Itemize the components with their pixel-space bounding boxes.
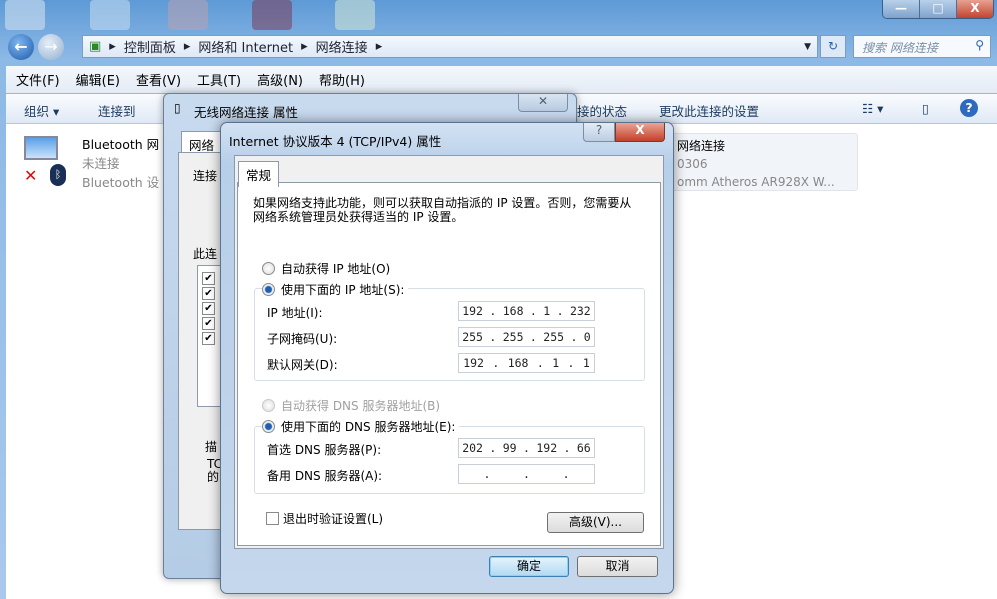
connection-device: omm Atheros AR928X W... bbox=[677, 175, 835, 189]
breadcrumb-item[interactable]: 网络连接 bbox=[316, 37, 368, 56]
subnet-mask-label: 子网掩码(U): bbox=[267, 332, 338, 346]
auto-dns-radio[interactable]: 自动获得 DNS 服务器地址(B) bbox=[262, 397, 440, 414]
advanced-button[interactable]: 高级(V)... bbox=[547, 512, 644, 533]
connection-device: Bluetooth 设 bbox=[82, 175, 160, 190]
menu-help[interactable]: 帮助(H) bbox=[319, 70, 365, 89]
cancel-button[interactable]: 取消 bbox=[577, 556, 658, 577]
preferred-dns-label: 首选 DNS 服务器(P): bbox=[267, 443, 382, 457]
auto-ip-radio[interactable]: 自动获得 IP 地址(O) bbox=[262, 260, 390, 277]
window-controls: — □ X bbox=[882, 0, 994, 19]
ok-button[interactable]: 确定 bbox=[489, 556, 569, 577]
preferred-dns-input[interactable]: 202. 99. 192. 66 bbox=[458, 438, 595, 458]
connection-name: Bluetooth 网 bbox=[82, 137, 160, 152]
close-button[interactable]: ✕ bbox=[518, 94, 568, 112]
menu-tools[interactable]: 工具(T) bbox=[197, 70, 241, 89]
general-tab-panel: 如果网络支持此功能，则可以获取自动指派的 IP 设置。否则，您需要从网络系统管理… bbox=[237, 182, 661, 546]
item-checkbox[interactable]: ✔ bbox=[202, 317, 215, 330]
breadcrumb-item[interactable]: 控制面板 bbox=[124, 37, 176, 56]
manual-dns-radio[interactable]: 使用下面的 DNS 服务器地址(E): bbox=[262, 418, 460, 435]
alternate-dns-label: 备用 DNS 服务器(A): bbox=[267, 469, 383, 483]
connection-status: 未连接 bbox=[82, 156, 120, 171]
bluetooth-connection-icon: ✕ ᛒ bbox=[24, 136, 68, 186]
search-input[interactable]: 搜索 网络连接 ⚲ bbox=[853, 35, 991, 58]
desktop-icon[interactable] bbox=[5, 0, 45, 30]
change-settings-button[interactable]: 更改此连接的设置 bbox=[659, 101, 759, 120]
manual-ip-radio[interactable]: 使用下面的 IP 地址(S): bbox=[262, 281, 409, 298]
default-gateway-label: 默认网关(D): bbox=[267, 358, 338, 372]
menu-view[interactable]: 查看(V) bbox=[136, 70, 181, 89]
connect-to-button[interactable]: 连接到 bbox=[98, 101, 136, 120]
menu-bar: 文件(F) 编辑(E) 查看(V) 工具(T) 高级(N) 帮助(H) bbox=[6, 66, 997, 93]
network-adapter-icon: ▯ bbox=[174, 101, 181, 115]
close-button[interactable]: X bbox=[957, 0, 993, 18]
refresh-button[interactable]: ↻ bbox=[820, 35, 846, 58]
close-button[interactable]: X bbox=[615, 123, 665, 142]
help-icon[interactable]: ? bbox=[960, 99, 978, 117]
menu-edit[interactable]: 编辑(E) bbox=[76, 70, 120, 89]
chevron-right-icon: ▸ bbox=[375, 39, 383, 54]
address-bar[interactable]: ▣ ▸ 控制面板 ▸ 网络和 Internet ▸ 网络连接 ▸ ▼ bbox=[82, 35, 818, 58]
breadcrumb-item[interactable]: 网络和 Internet bbox=[198, 37, 293, 56]
network-folder-icon: ▣ bbox=[89, 39, 102, 54]
view-status-button[interactable]: 接的状态 bbox=[577, 101, 627, 120]
connect-using-label: 连接 bbox=[193, 169, 218, 183]
item-checkbox[interactable]: ✔ bbox=[202, 272, 215, 285]
back-button[interactable]: ← bbox=[8, 34, 34, 60]
items-label: 此连 bbox=[193, 247, 218, 261]
dialog-title: 无线网络连接 属性 bbox=[194, 105, 298, 120]
search-icon: ⚲ bbox=[975, 38, 984, 52]
item-checkbox[interactable]: ✔ bbox=[202, 287, 215, 300]
view-options-icon[interactable]: ☷ ▾ bbox=[862, 101, 883, 116]
item-checkbox[interactable]: ✔ bbox=[202, 302, 215, 315]
help-button[interactable]: ? bbox=[583, 123, 615, 142]
connection-item[interactable]: 网络连接 0306 omm Atheros AR928X W... bbox=[670, 133, 858, 191]
desktop-icon[interactable] bbox=[90, 0, 130, 30]
description-label: 描 bbox=[205, 440, 218, 454]
forward-button[interactable]: → bbox=[38, 34, 64, 60]
preview-pane-icon[interactable]: ▯ bbox=[922, 101, 929, 116]
ip-address-input[interactable]: 192. 168. 1. 232 bbox=[458, 301, 595, 321]
intro-text: 如果网络支持此功能，则可以获取自动指派的 IP 设置。否则，您需要从网络系统管理… bbox=[253, 196, 632, 224]
chevron-right-icon: ▸ bbox=[109, 39, 116, 54]
organize-button[interactable]: 组织 ▾ bbox=[24, 101, 59, 120]
chevron-right-icon: ▸ bbox=[183, 39, 191, 54]
connection-status: 0306 bbox=[677, 157, 708, 171]
dialog-title: Internet 协议版本 4 (TCP/IPv4) 属性 bbox=[229, 134, 442, 149]
chevron-right-icon: ▸ bbox=[301, 39, 308, 54]
tcpip-properties-dialog: Internet 协议版本 4 (TCP/IPv4) 属性 ? X 常规 如果网… bbox=[220, 122, 674, 594]
desktop-icon[interactable] bbox=[252, 0, 292, 30]
item-checkbox[interactable]: ✔ bbox=[202, 332, 215, 345]
maximize-button[interactable]: □ bbox=[920, 0, 957, 18]
search-placeholder: 搜索 网络连接 bbox=[862, 41, 938, 55]
subnet-mask-input[interactable]: 255. 255. 255. 0 bbox=[458, 327, 595, 347]
tab-general[interactable]: 常规 bbox=[238, 161, 280, 187]
desktop-icon[interactable] bbox=[168, 0, 208, 30]
alternate-dns-input[interactable]: ... bbox=[458, 464, 595, 484]
menu-file[interactable]: 文件(F) bbox=[16, 70, 60, 89]
chevron-down-icon[interactable]: ▼ bbox=[804, 42, 811, 52]
connection-name: 网络连接 bbox=[677, 139, 726, 153]
validate-on-exit-checkbox[interactable]: 退出时验证设置(L) bbox=[266, 510, 383, 527]
ip-address-label: IP 地址(I): bbox=[267, 306, 323, 320]
minimize-button[interactable]: — bbox=[883, 0, 920, 18]
desktop-icon[interactable] bbox=[335, 0, 375, 30]
menu-advanced[interactable]: 高级(N) bbox=[257, 70, 303, 89]
connection-item[interactable]: Bluetooth 网 未连接 Bluetooth 设 bbox=[82, 135, 159, 192]
default-gateway-input[interactable]: 192. 168. 1. 1 bbox=[458, 353, 595, 373]
